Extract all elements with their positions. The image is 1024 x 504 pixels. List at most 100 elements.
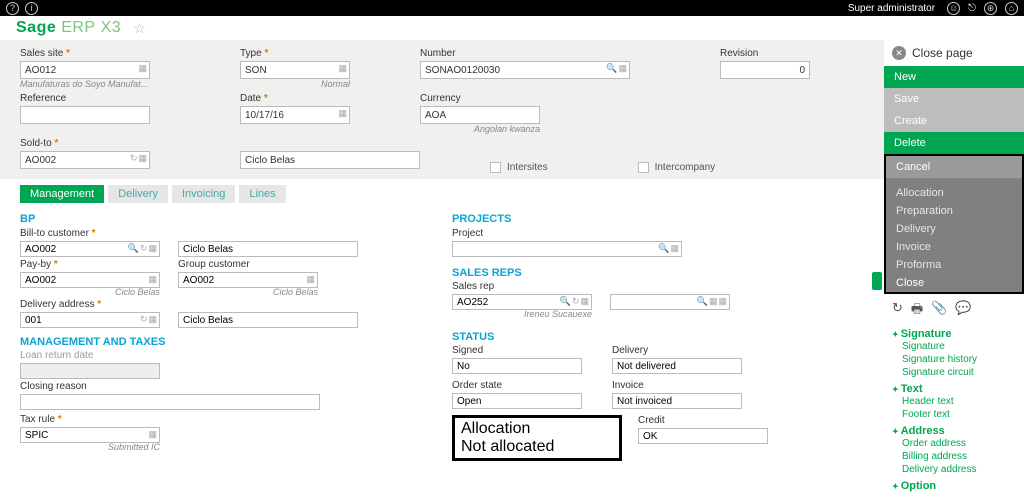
list-icon[interactable]: ▦ — [306, 274, 315, 285]
orderstate-value[interactable]: Open — [452, 393, 582, 409]
groupcust-input[interactable]: AO002 ▦ — [178, 272, 318, 288]
customer-name-input[interactable]: Ciclo Belas — [240, 151, 420, 169]
info-icon[interactable]: i — [25, 2, 38, 15]
salesrep-aux-input[interactable]: 🔍▦▦ — [610, 294, 730, 310]
list-icon[interactable]: ▦ — [670, 243, 679, 254]
reference-input[interactable] — [20, 106, 150, 124]
orderstate-label: Order state — [452, 380, 582, 391]
taxrule-input[interactable]: SPIC ▦ — [20, 427, 160, 443]
currency-input[interactable]: AOA — [420, 106, 540, 124]
action-icon[interactable]: ↻ — [572, 296, 580, 307]
soldto-input[interactable]: AO002 ↻▦ — [20, 151, 150, 169]
billto-desc-input[interactable]: Ciclo Belas — [178, 241, 358, 257]
brand-erp: ERP — [61, 19, 95, 36]
action-icon[interactable]: ↻ — [140, 314, 148, 325]
footer-text-link[interactable]: Footer text — [892, 408, 1016, 421]
delivery-address-link[interactable]: Delivery address — [892, 463, 1016, 476]
payby-input[interactable]: AO002 ▦ — [20, 272, 160, 288]
logout-icon[interactable]: ⎋ — [968, 3, 976, 14]
sales-site-input[interactable]: AO012 ▦ — [20, 61, 150, 79]
tab-delivery[interactable]: Delivery — [108, 185, 168, 203]
calendar-icon[interactable]: ▦ — [338, 108, 347, 119]
collapse-handle[interactable] — [872, 272, 882, 290]
salesrep-input[interactable]: AO252 🔍↻▦ — [452, 294, 592, 310]
dropdown-icon[interactable]: ▦ — [338, 63, 347, 74]
credit-value[interactable]: OK — [638, 428, 768, 444]
menu-allocation[interactable]: Allocation — [886, 184, 1022, 202]
list-icon[interactable]: ▦ — [148, 243, 157, 254]
billto-input[interactable]: AO002 🔍↻▦ — [20, 241, 160, 257]
delivaddr-input[interactable]: 001 ↻▦ — [20, 312, 160, 328]
currency-value: AOA — [425, 110, 446, 121]
search-icon[interactable]: 🔍 — [128, 243, 139, 254]
search-icon[interactable]: 🔍 — [560, 296, 571, 307]
list-icon[interactable]: ▦ — [148, 429, 157, 440]
intercompany-checkbox[interactable] — [638, 162, 649, 173]
delivaddr-desc-input[interactable]: Ciclo Belas — [178, 312, 358, 328]
user-icon[interactable]: ☺ — [947, 2, 960, 15]
sales-site-label: Sales site — [20, 48, 150, 59]
invoice-value[interactable]: Not invoiced — [612, 393, 742, 409]
print-icon[interactable]: 🖶 — [911, 300, 923, 322]
option-group[interactable]: Option — [892, 480, 1016, 492]
header-text-link[interactable]: Header text — [892, 395, 1016, 408]
menu-close[interactable]: Close — [886, 274, 1022, 292]
close-icon[interactable]: ✕ — [892, 46, 906, 60]
signature-history-link[interactable]: Signature history — [892, 353, 1016, 366]
menu-preparation[interactable]: Preparation — [886, 202, 1022, 220]
list-icon[interactable]: ▦ — [138, 153, 147, 164]
cancel-button: Cancel — [886, 156, 1022, 178]
help-icon[interactable]: ? — [6, 2, 19, 15]
billing-address-link[interactable]: Billing address — [892, 450, 1016, 463]
type-input[interactable]: SON ▦ — [240, 61, 350, 79]
address-group[interactable]: Address — [892, 425, 1016, 437]
menu-proforma[interactable]: Proforma — [886, 256, 1022, 274]
delivaddr-value: 001 — [25, 315, 42, 326]
action-icon[interactable]: ↻ — [130, 153, 138, 164]
type-value: SON — [245, 65, 267, 76]
action-icon[interactable]: ↻ — [140, 243, 148, 254]
grid-icon[interactable]: ▦ — [709, 296, 718, 307]
delivery-value[interactable]: Not delivered — [612, 358, 742, 374]
search-icon[interactable]: 🔍 — [658, 243, 669, 254]
number-value: SONAO0120030 — [425, 65, 500, 76]
search-icon[interactable]: 🔍 — [606, 63, 617, 74]
delete-button[interactable]: Delete — [884, 132, 1024, 154]
menu-invoice[interactable]: Invoice — [886, 238, 1022, 256]
lookup-icon[interactable]: ▦ — [138, 63, 147, 74]
list-icon[interactable]: ▦ — [618, 63, 627, 74]
reference-label: Reference — [20, 93, 150, 104]
closing-input[interactable] — [20, 394, 320, 410]
signature-group[interactable]: Signature — [892, 328, 1016, 340]
list-icon[interactable]: ▦ — [148, 314, 157, 325]
order-address-link[interactable]: Order address — [892, 437, 1016, 450]
attach-icon[interactable]: 📎 — [931, 300, 947, 322]
tab-lines[interactable]: Lines — [239, 185, 285, 203]
signed-value[interactable]: No — [452, 358, 582, 374]
text-group[interactable]: Text — [892, 383, 1016, 395]
new-button[interactable]: New — [884, 66, 1024, 88]
allocation-value[interactable]: Not allocated — [461, 438, 611, 456]
tool-row: ↻ 🖶 📎 💬 — [884, 294, 1024, 326]
favorite-icon[interactable]: ☆ — [133, 20, 146, 37]
home-icon[interactable]: ⌂ — [1005, 2, 1018, 15]
date-input[interactable]: 10/17/16 ▦ — [240, 106, 350, 124]
tab-management[interactable]: Management — [20, 185, 104, 203]
search-icon[interactable]: 🔍 — [697, 296, 708, 307]
list-icon[interactable]: ▦ — [580, 296, 589, 307]
project-input[interactable]: 🔍▦ — [452, 241, 682, 257]
revision-input[interactable]: 0 — [720, 61, 810, 79]
close-page-row[interactable]: ✕ Close page — [884, 40, 1024, 66]
list-icon[interactable]: ▦ — [148, 274, 157, 285]
billto-value: AO002 — [25, 244, 56, 255]
menu-delivery[interactable]: Delivery — [886, 220, 1022, 238]
intersites-checkbox[interactable] — [490, 162, 501, 173]
list-icon[interactable]: ▦ — [718, 296, 727, 307]
tab-invoicing[interactable]: Invoicing — [172, 185, 235, 203]
refresh-icon[interactable]: ↻ — [892, 300, 903, 322]
signature-link[interactable]: Signature — [892, 340, 1016, 353]
globe-icon[interactable]: ⊕ — [984, 2, 997, 15]
signature-circuit-link[interactable]: Signature circuit — [892, 366, 1016, 379]
comment-icon[interactable]: 💬 — [955, 300, 971, 322]
number-input[interactable]: SONAO0120030 🔍▦ — [420, 61, 630, 79]
